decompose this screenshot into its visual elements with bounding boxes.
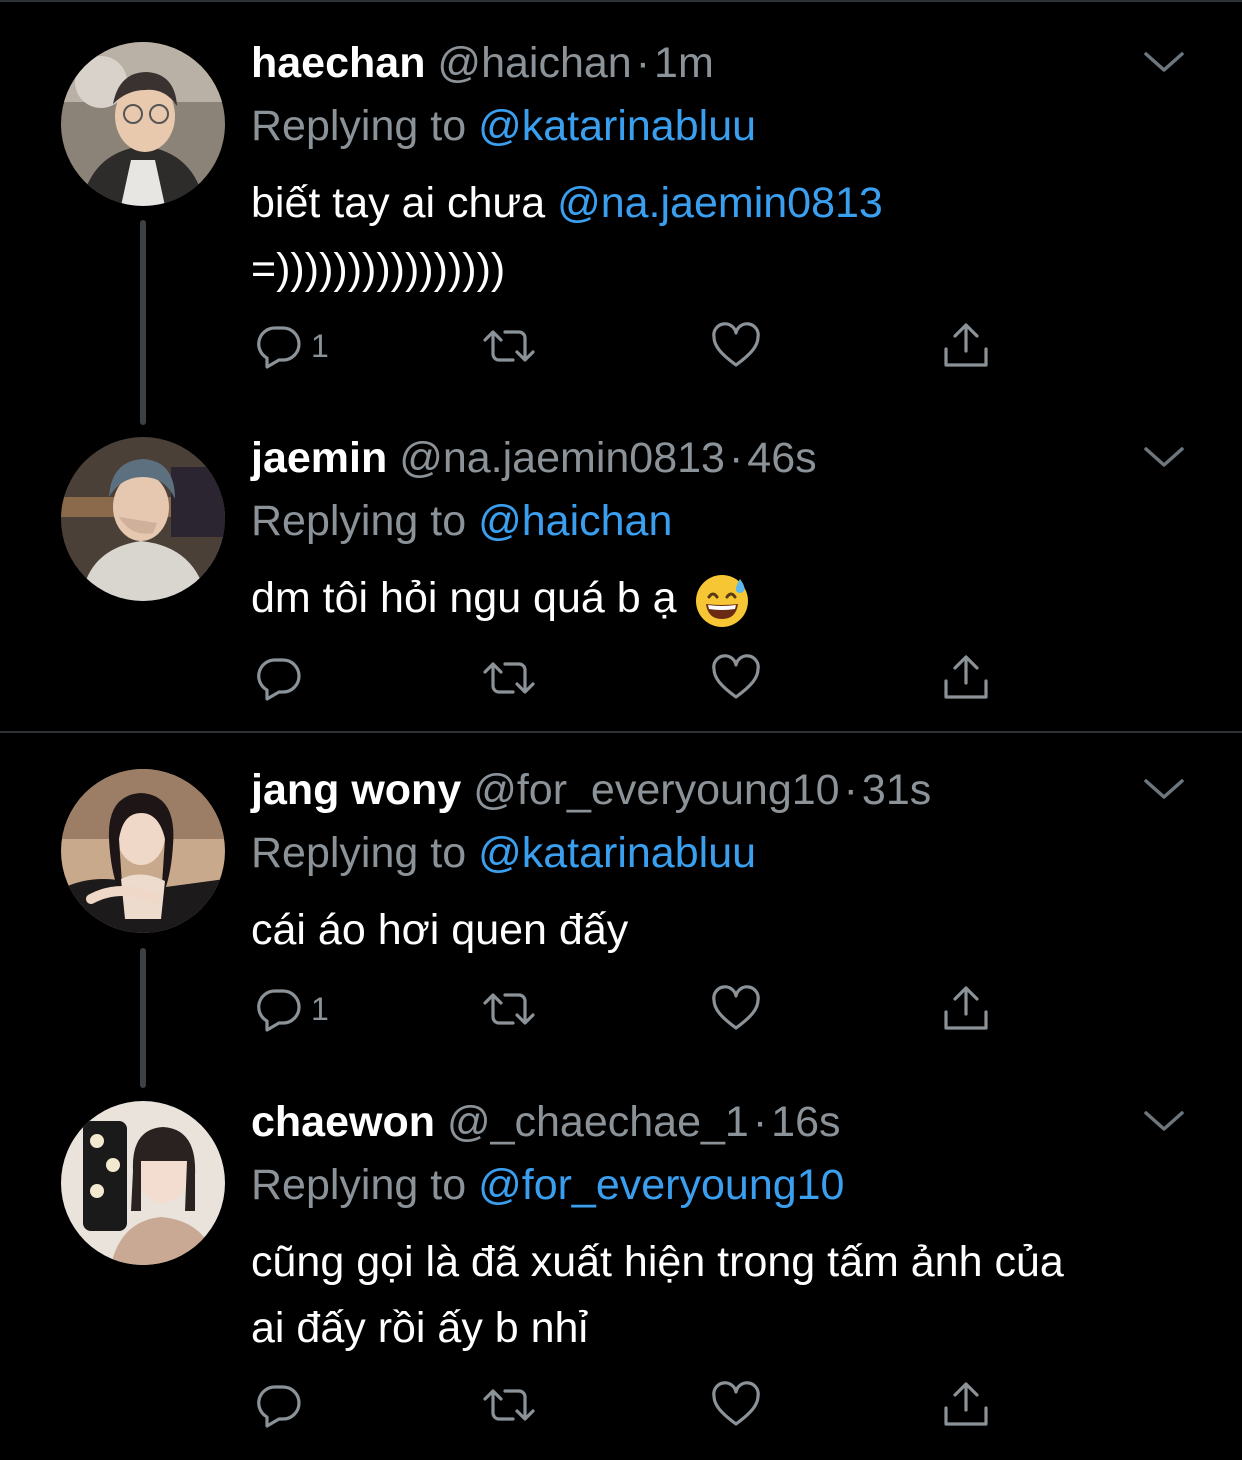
display-name[interactable]: jang wony [251,766,461,814]
user-handle[interactable]: @na.jaemin0813 [399,434,725,482]
avatar[interactable] [61,1101,225,1265]
tweet-text-line: cái áo hơi quen đấy [251,906,629,954]
replying-to: Replying to @haichan [251,496,672,546]
replying-to-mention[interactable]: @katarinabluu [478,102,756,150]
tweet-actions [251,1375,1011,1435]
tweet-header: haechan @haichan·1m [251,38,714,88]
share-button[interactable] [941,1375,991,1435]
replying-to: Replying to @for_everyoung10 [251,1160,844,1210]
retweet-icon [483,330,535,362]
display-name[interactable]: haechan [251,39,425,87]
tweet-text-line: =)))))))))))))))) [251,245,506,293]
retweet-button[interactable] [481,648,537,708]
share-button[interactable] [941,979,991,1039]
reply-icon [257,1385,301,1428]
avatar-photo [61,769,225,933]
tweet-jaemin[interactable]: jaemin @na.jaemin0813·46s Replying to @h… [0,420,1242,730]
tweet-actions: 1 [251,316,1011,376]
timestamp[interactable]: 1m [654,39,714,87]
avatar-photo [61,1101,225,1265]
tweet-text: dm tôi hỏi ngu quá b ạ [251,565,750,631]
replying-to-label: Replying to [251,102,467,150]
reply-button[interactable]: 1 [255,979,329,1039]
replying-to-label: Replying to [251,1161,467,1209]
reply-icon [257,658,301,701]
share-button[interactable] [941,648,991,708]
heart-icon [712,985,760,1030]
reply-button[interactable] [255,648,303,708]
reply-icon [257,326,301,369]
replying-to-mention[interactable]: @for_everyoung10 [478,1161,844,1209]
like-button[interactable] [711,316,761,376]
user-handle[interactable]: @for_everyoung10 [473,766,839,814]
like-button[interactable] [711,979,761,1039]
tweet-mention[interactable]: @na.jaemin0813 [557,179,883,227]
timestamp[interactable]: 31s [862,766,931,814]
tweet-text-line: biết tay ai chưa [251,179,558,227]
separator-dot: · [635,39,651,87]
retweet-button[interactable] [481,979,537,1039]
timestamp[interactable]: 16s [771,1098,840,1146]
reply-icon [257,989,301,1032]
heart-icon [712,654,760,699]
tweet-text: cũng gọi là đã xuất hiện trong tấm ảnh c… [251,1229,1064,1361]
tweet-header: chaewon @_chaechae_1·16s [251,1097,841,1147]
display-name[interactable]: chaewon [251,1098,435,1146]
replying-to-label: Replying to [251,829,467,877]
share-button[interactable] [941,316,991,376]
reply-button[interactable] [255,1375,303,1435]
like-button[interactable] [711,1375,761,1435]
tweet-text: biết tay ai chưa @na.jaemin0813 =)))))))… [251,170,883,302]
share-icon [944,986,988,1030]
tweet-header: jang wony @for_everyoung10·31s [251,765,931,815]
chevron-down-icon[interactable] [1142,775,1186,805]
share-icon [944,323,988,367]
grinning-sweat-emoji-icon [696,574,749,627]
retweet-button[interactable] [481,1375,537,1435]
replying-to: Replying to @katarinabluu [251,101,756,151]
tweet-text-line: cũng gọi là đã xuất hiện trong tấm ảnh c… [251,1238,1064,1286]
reply-button[interactable]: 1 [255,316,329,376]
tweet-text-line: ai đấy rồi ấy b nhỉ [251,1304,589,1352]
user-handle[interactable]: @haichan [437,39,631,87]
separator-dot: · [843,766,858,814]
tweet-actions [251,648,1011,708]
replying-to: Replying to @katarinabluu [251,828,756,878]
chevron-down-icon[interactable] [1142,1107,1186,1137]
heart-icon [712,1381,760,1426]
reply-count: 1 [311,990,329,1027]
retweet-icon [483,1389,535,1421]
heart-icon [712,322,760,367]
tweet-haechan[interactable]: haechan @haichan·1m Replying to @katarin… [0,0,1242,420]
avatar-photo [61,42,225,206]
share-icon [944,1382,988,1426]
tweet-chaewon[interactable]: chaewon @_chaechae_1·16s Replying to @fo… [0,1083,1242,1460]
avatar[interactable] [61,769,225,933]
separator-dot: · [728,434,744,482]
display-name[interactable]: jaemin [251,434,387,482]
tweet-actions: 1 [251,979,1011,1039]
tweet-header: jaemin @na.jaemin0813·46s [251,433,817,483]
chevron-down-icon[interactable] [1142,48,1186,78]
replying-to-label: Replying to [251,497,467,545]
separator-dot: · [752,1098,768,1146]
chevron-down-icon[interactable] [1142,443,1186,473]
user-handle[interactable]: @_chaechae_1 [447,1098,749,1146]
replying-to-mention[interactable]: @haichan [478,497,672,545]
retweet-icon [483,993,535,1025]
avatar-photo [61,437,225,601]
timestamp[interactable]: 46s [747,434,816,482]
avatar[interactable] [61,42,225,206]
replying-to-mention[interactable]: @katarinabluu [478,829,756,877]
retweet-icon [483,662,535,694]
avatar[interactable] [61,437,225,601]
share-icon [944,655,988,699]
reply-count: 1 [311,327,329,364]
tweet-text: cái áo hơi quen đấy [251,897,628,963]
tweet-jang-wony[interactable]: jang wony @for_everyoung10·31s Replying … [0,733,1242,1083]
tweet-text-line: dm tôi hỏi ngu quá b ạ [251,574,677,622]
like-button[interactable] [711,648,761,708]
retweet-button[interactable] [481,316,537,376]
